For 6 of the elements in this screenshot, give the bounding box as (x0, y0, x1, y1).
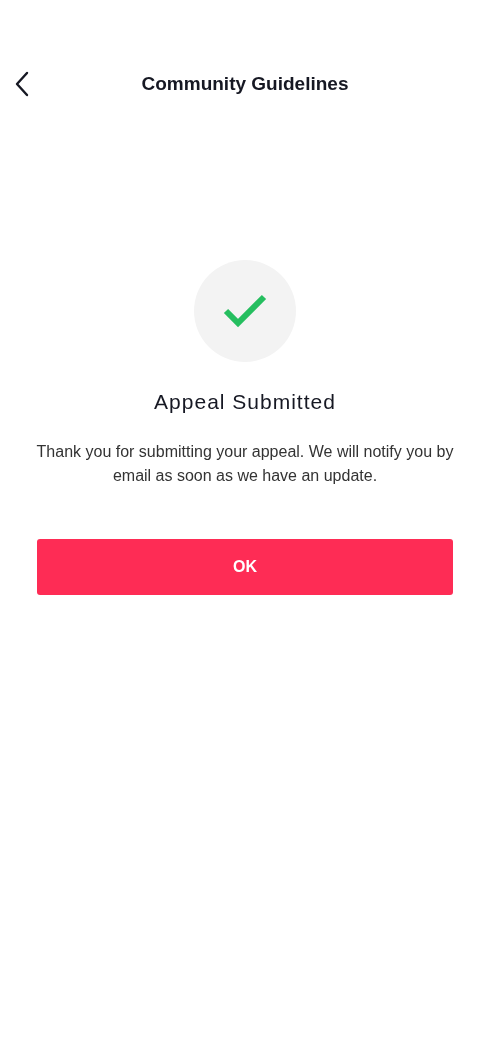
ok-button[interactable]: OK (37, 539, 453, 595)
back-icon (15, 71, 29, 97)
page-title: Community Guidelines (141, 73, 349, 95)
status-message: Thank you for submitting your appeal. We will notify you by email as soon as we have an update. (35, 442, 455, 486)
status-title: Appeal Submitted (154, 390, 336, 414)
checkmark-icon (223, 294, 267, 328)
